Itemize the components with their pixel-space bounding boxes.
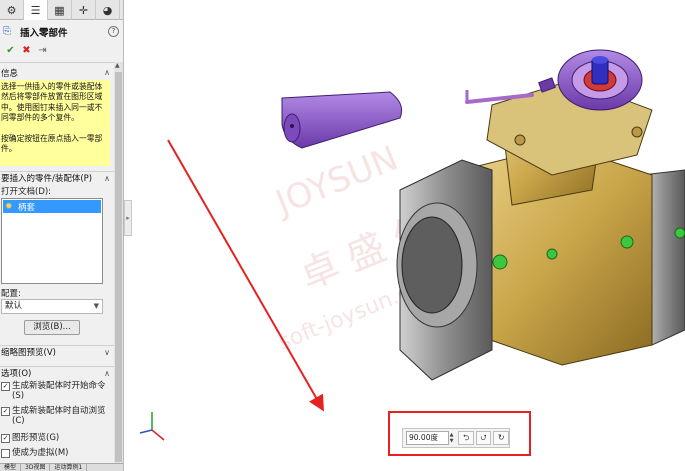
page-title: 插入零部件 <box>20 28 68 39</box>
thumbnail-section-label: 缩略图预览(V) <box>1 348 56 358</box>
dimxpert-icon[interactable]: ✛ <box>72 0 96 20</box>
scrollbar-thumb[interactable] <box>115 72 122 462</box>
options-section-header[interactable]: 选项(O) ∧ <box>0 366 114 379</box>
chevron-up-icon[interactable]: ∧ <box>104 369 110 378</box>
config-select[interactable]: 默认 ▼ <box>1 299 103 314</box>
ok-button[interactable]: ✔ <box>5 45 16 56</box>
graphics-area[interactable]: JOYSUN 卓 盛 信 soft-joysun.com 90.00度 ▲ ▼ … <box>132 0 685 471</box>
gear-icon[interactable]: ⚙ <box>0 0 24 20</box>
chevron-up-icon[interactable]: ∧ <box>104 174 110 183</box>
title-row: ⎘ 插入零部件 ? <box>0 24 123 40</box>
rotate-toolbar: 90.00度 ▲ ▼ ⮌ ⮍ ↻ <box>402 428 510 448</box>
open-documents-label: 打开文档(D): <box>1 187 52 197</box>
option-auto-browse[interactable]: ✓ 生成新装配体时自动浏览(C) <box>1 406 113 426</box>
info-message-text-2: 按确定按钮在原点插入一零部件。 <box>1 133 103 154</box>
config-value: 默认 <box>5 301 23 311</box>
watermark-text: JOYSUN <box>269 138 404 224</box>
angle-stepper[interactable]: ▲ ▼ <box>450 432 457 444</box>
info-section-label: 信息 <box>1 68 19 79</box>
info-message-text: 选择一供插入的零件或装配体然后将零部件放置在图形区域中。使用图钉来插入同一或不同… <box>1 82 103 123</box>
option-label: 图形预览(G) <box>12 433 60 443</box>
config-label: 配置: <box>1 289 21 299</box>
part-section-label: 要插入的零件/装配体(P) <box>1 174 93 184</box>
app-window: ⚙ ☰ ▦ ✛ ◕ ⎘ 插入零部件 ? ✔ ✖ ⇥ 信息 ∧ 选择一供插入的零件… <box>0 0 685 471</box>
divider <box>0 62 114 63</box>
checkbox[interactable]: ✓ <box>1 407 10 416</box>
option-label: 生成新装配体时开始命令(S) <box>12 381 106 401</box>
rotate-z-icon[interactable]: ↻ <box>493 431 510 445</box>
checkbox[interactable]: ✓ <box>1 434 10 443</box>
checkbox[interactable]: ✓ <box>1 382 10 391</box>
list-item-label: 柄套 <box>18 202 36 213</box>
coordinate-triad <box>139 412 165 441</box>
open-documents-list[interactable]: ✹ 柄套 <box>1 198 103 284</box>
option-graphics-preview[interactable]: ✓ 图形预览(G) <box>1 433 113 443</box>
bottom-tabs: 模型 3D视图 运动算例1 <box>0 463 123 471</box>
part-icon: ✹ <box>5 201 13 212</box>
info-message: 选择一供插入的零件或装配体然后将零部件放置在图形区域中。使用图钉来插入同一或不同… <box>0 80 110 166</box>
chevron-up-icon[interactable]: ∧ <box>104 68 110 77</box>
browse-button[interactable]: 浏览(B)... <box>24 320 80 335</box>
3d-model-scene: JOYSUN 卓 盛 信 soft-joysun.com <box>139 49 685 441</box>
list-item[interactable]: ✹ 柄套 <box>3 200 101 213</box>
option-make-virtual[interactable]: 使成为虚拟(M) <box>1 448 113 458</box>
property-manager-icon[interactable]: ☰ <box>24 0 48 20</box>
option-start-command[interactable]: ✓ 生成新装配体时开始命令(S) <box>1 381 113 401</box>
tab-motion-study[interactable]: 运动算例1 <box>50 464 88 471</box>
options-section-label: 选项(O) <box>1 369 32 379</box>
property-manager-panel: ⚙ ☰ ▦ ✛ ◕ ⎘ 插入零部件 ? ✔ ✖ ⇥ 信息 ∧ 选择一供插入的零件… <box>0 0 124 471</box>
manager-tabs: ⚙ ☰ ▦ ✛ ◕ <box>0 0 123 20</box>
option-label: 生成新装配体时自动浏览(C) <box>12 406 106 426</box>
display-manager-icon[interactable]: ◕ <box>96 0 120 20</box>
scrollbar[interactable]: ▲ ▼ <box>114 62 123 471</box>
chevron-down-icon[interactable]: ∨ <box>104 348 110 357</box>
action-buttons: ✔ ✖ ⇥ <box>0 43 123 57</box>
panel-collapse-handle[interactable]: ▸ <box>124 200 132 236</box>
angle-input[interactable]: 90.00度 <box>406 431 449 445</box>
scroll-up-icon[interactable]: ▲ <box>115 62 120 69</box>
thumbnail-section-header[interactable]: 缩略图预览(V) ∨ <box>0 345 114 358</box>
insert-component-icon: ⎘ <box>3 26 11 37</box>
cancel-button[interactable]: ✖ <box>21 45 32 56</box>
ball-valve-assembly[interactable] <box>396 49 685 381</box>
tab-3d-view[interactable]: 3D视图 <box>21 464 51 471</box>
rotate-y-icon[interactable]: ⮍ <box>475 431 492 445</box>
info-section-header[interactable]: 信息 ∧ <box>0 66 114 79</box>
part-section-header[interactable]: 要插入的零件/装配体(P) ∧ <box>0 171 114 184</box>
tab-model[interactable]: 模型 <box>0 464 22 471</box>
pin-button[interactable]: ⇥ <box>37 45 48 56</box>
help-icon[interactable]: ? <box>108 26 119 37</box>
configuration-icon[interactable]: ▦ <box>48 0 72 20</box>
option-label: 使成为虚拟(M) <box>12 448 69 458</box>
rotate-x-icon[interactable]: ⮌ <box>458 431 474 445</box>
checkbox[interactable] <box>1 449 10 458</box>
chevron-down-icon: ▼ <box>93 302 99 310</box>
